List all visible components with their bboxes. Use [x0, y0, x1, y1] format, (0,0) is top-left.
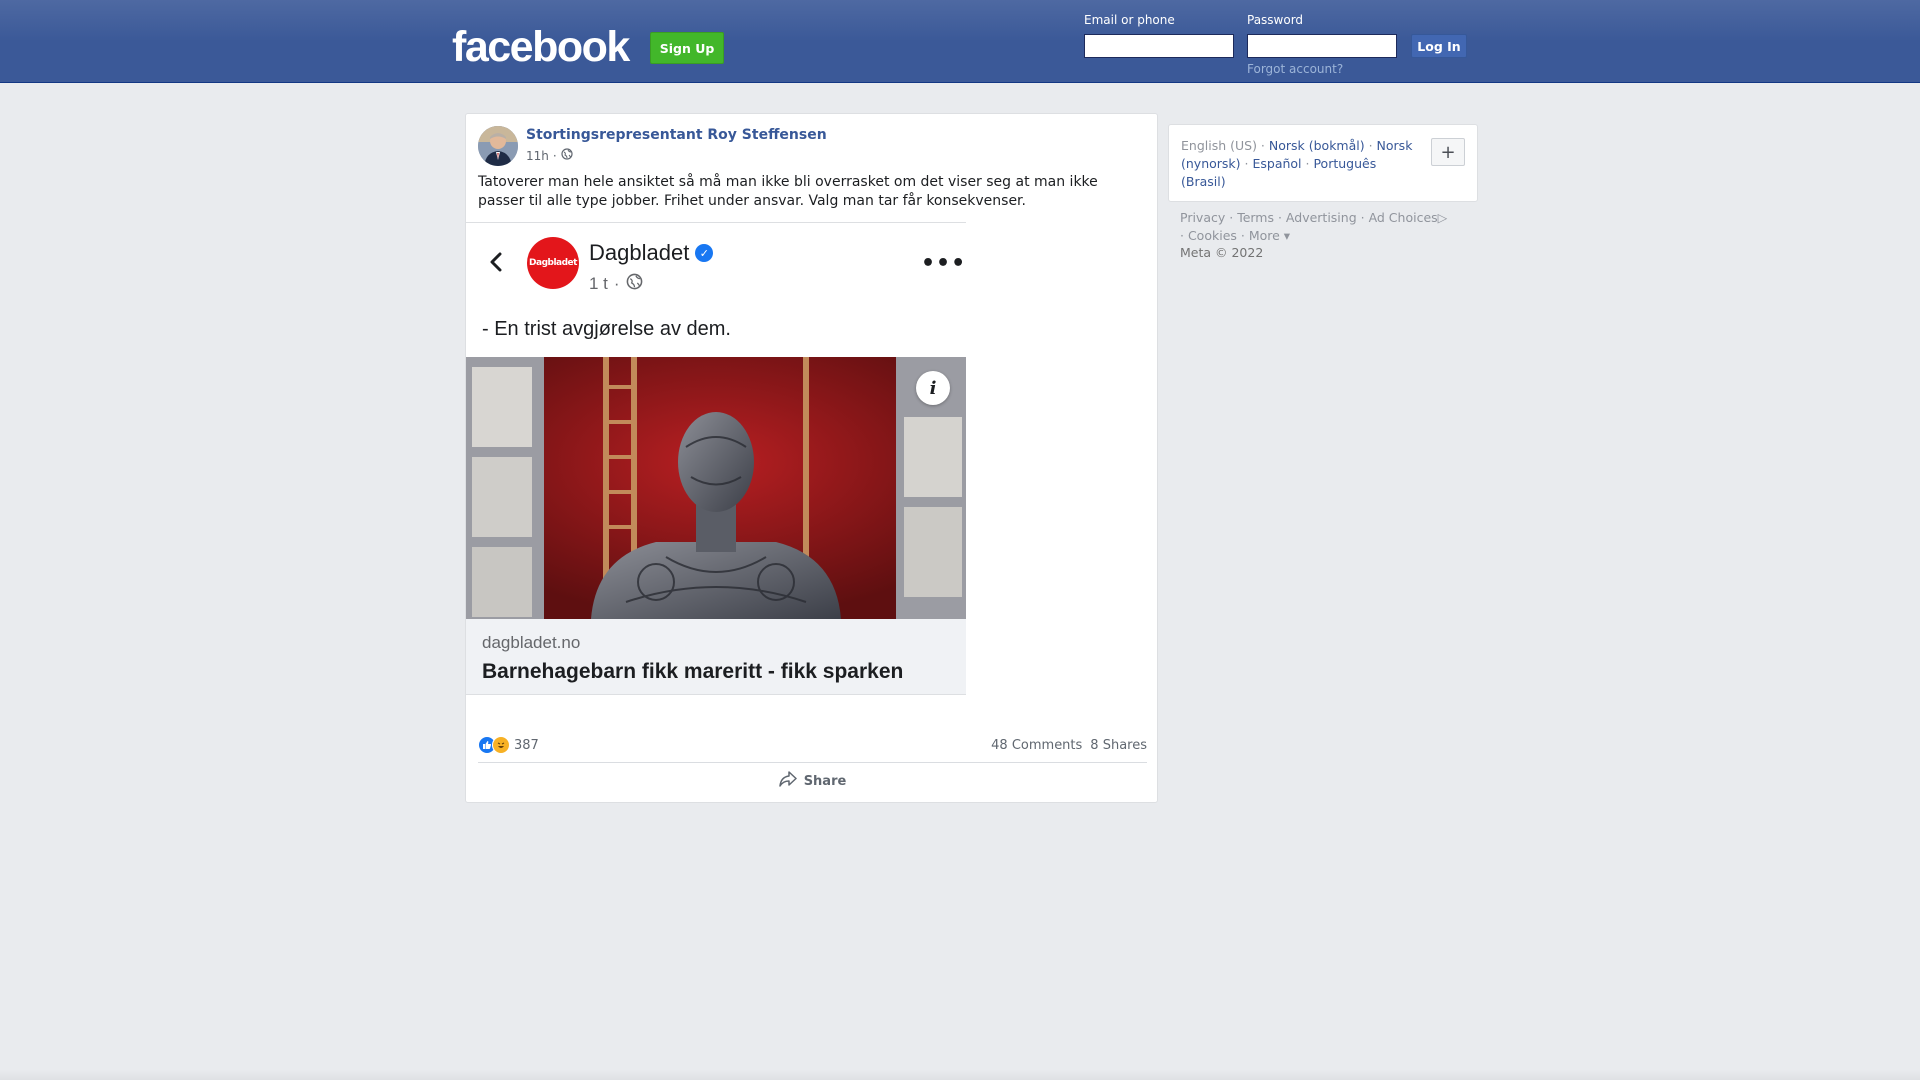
footer-link-advertising[interactable]: Advertising: [1286, 210, 1357, 225]
footer-link-terms[interactable]: Terms: [1237, 210, 1274, 225]
globe-icon: [626, 273, 643, 295]
action-divider: [478, 762, 1147, 763]
author-avatar[interactable]: [478, 126, 518, 166]
embedded-time: 1 t: [589, 274, 608, 293]
embedded-separator: ·: [613, 274, 620, 293]
footer-link-ad-choices[interactable]: Ad Choices: [1369, 210, 1438, 225]
verified-badge-icon: ✓: [695, 244, 714, 262]
copyright: Meta © 2022: [1180, 245, 1264, 260]
password-label: Password: [1247, 13, 1304, 27]
email-field[interactable]: [1084, 34, 1234, 58]
shares-count-link[interactable]: 8 Shares: [1090, 738, 1147, 753]
post-text: Tatoverer man hele ansiktet så må man ik…: [478, 174, 1098, 209]
more-languages-button[interactable]: +: [1431, 138, 1465, 166]
embedded-quote: - En trist avgjørelse av dem.: [482, 318, 731, 340]
comments-count-link[interactable]: 48 Comments: [991, 738, 1082, 753]
meta-separator: ·: [552, 148, 557, 163]
email-label: Email or phone: [1084, 13, 1175, 27]
footer-link-cookies[interactable]: Cookies: [1188, 228, 1237, 243]
tattooed-man-photo: [466, 357, 966, 619]
forgot-account-link[interactable]: Forgot account?: [1247, 62, 1343, 76]
sign-up-button[interactable]: Sign Up: [650, 32, 724, 64]
log-in-button[interactable]: Log In: [1411, 34, 1467, 58]
post-meta: 11h ·: [526, 148, 573, 163]
post-author-link[interactable]: Stortingsrepresentant Roy Steffensen: [526, 127, 827, 143]
language-option[interactable]: Norsk (bokmål): [1269, 138, 1365, 153]
footer-link-privacy[interactable]: Privacy: [1180, 210, 1225, 225]
share-arrow-icon: [778, 771, 797, 791]
post-card: Stortingsrepresentant Roy Steffensen 11h…: [465, 113, 1158, 803]
language-current: English (US): [1181, 138, 1257, 153]
more-options-icon: •••: [921, 251, 966, 276]
dagbladet-logo: Dagbladet: [527, 237, 579, 289]
link-headline: Barnehagebarn fikk mareritt - fikk spark…: [482, 660, 904, 683]
link-domain: dagbladet.no: [482, 633, 581, 652]
embedded-page-name-text: Dagbladet: [589, 240, 690, 265]
info-icon: i: [916, 371, 950, 405]
globe-icon: [561, 148, 573, 163]
top-navigation-bar: facebook Sign Up Email or phone Password…: [0, 0, 1920, 83]
link-preview: dagbladet.no Barnehagebarn fikk mareritt…: [466, 619, 966, 695]
ad-choices-icon: ▷: [1437, 210, 1448, 225]
reactions-summary[interactable]: 387: [478, 736, 539, 754]
haha-reaction-icon: [492, 736, 510, 754]
password-field[interactable]: [1247, 34, 1397, 58]
facebook-logo[interactable]: facebook: [452, 22, 630, 72]
post-stats: 387 48 Comments 8 Shares: [478, 732, 1147, 758]
embedded-meta: 1 t ·: [589, 273, 643, 295]
bottom-shade: [0, 1070, 1920, 1080]
share-label: Share: [803, 773, 847, 789]
back-arrow-icon: [482, 247, 512, 277]
language-list: English (US) · Norsk (bokmål) · Norsk (n…: [1181, 138, 1413, 189]
share-button[interactable]: Share: [478, 764, 1147, 798]
caret-down-icon: ▾: [1279, 228, 1291, 243]
shared-post-screenshot[interactable]: Dagbladet Dagbladet ✓ 1 t · ••• - En tri…: [466, 222, 966, 722]
reaction-count[interactable]: 387: [514, 738, 539, 753]
footer-links: Privacy · Terms · Advertising · Ad Choic…: [1180, 210, 1448, 243]
language-selector: English (US) · Norsk (bokmål) · Norsk (n…: [1168, 124, 1478, 202]
embedded-page-name: Dagbladet ✓: [589, 240, 714, 266]
post-timestamp[interactable]: 11h: [526, 149, 549, 163]
language-option[interactable]: Español: [1252, 156, 1301, 171]
footer-link-more[interactable]: More: [1249, 228, 1280, 243]
